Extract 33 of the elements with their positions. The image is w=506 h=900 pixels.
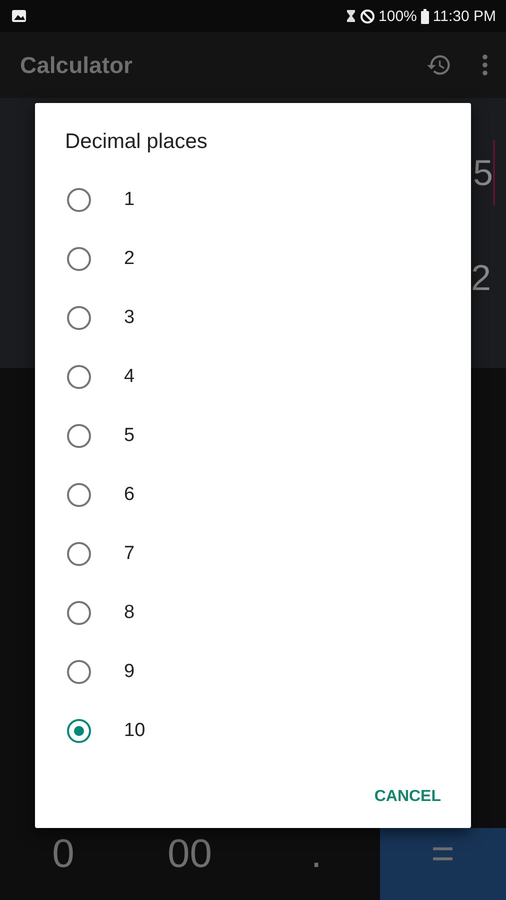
hourglass-icon [346, 9, 356, 23]
radio-button[interactable] [67, 364, 91, 388]
do-not-disturb-icon [360, 8, 375, 24]
radio-button[interactable] [67, 188, 91, 212]
option-label[interactable]: 10 [124, 720, 146, 742]
radio-button[interactable] [67, 482, 91, 506]
option-label[interactable]: 2 [124, 248, 135, 270]
clock: 11:30 PM [432, 8, 496, 24]
option-label[interactable]: 6 [124, 484, 135, 506]
image-icon [11, 9, 27, 23]
radio-button[interactable] [67, 600, 91, 624]
radio-button[interactable] [67, 306, 91, 330]
option-label[interactable]: 8 [124, 602, 135, 624]
result-text: 2 [470, 257, 491, 299]
expression-text: 5 [472, 152, 493, 194]
battery-percentage: 100% [378, 8, 417, 24]
more-options-icon[interactable] [482, 54, 488, 76]
option-label[interactable]: 1 [124, 188, 135, 210]
radio-button[interactable] [67, 424, 91, 448]
radio-button[interactable] [67, 246, 91, 270]
battery-icon [420, 8, 429, 24]
option-label[interactable]: 4 [124, 366, 135, 388]
app-title: Calculator [20, 52, 134, 78]
radio-button[interactable] [67, 718, 91, 742]
option-label[interactable]: 5 [124, 424, 135, 446]
option-label[interactable]: 7 [124, 542, 135, 564]
radio-button[interactable] [67, 660, 91, 684]
cancel-button[interactable]: CANCEL [366, 780, 449, 814]
radio-button[interactable] [67, 542, 91, 566]
option-label[interactable]: 3 [124, 306, 135, 328]
option-label[interactable]: 9 [124, 660, 135, 682]
dialog-title: Decimal places [64, 130, 208, 155]
text-cursor [493, 140, 495, 206]
